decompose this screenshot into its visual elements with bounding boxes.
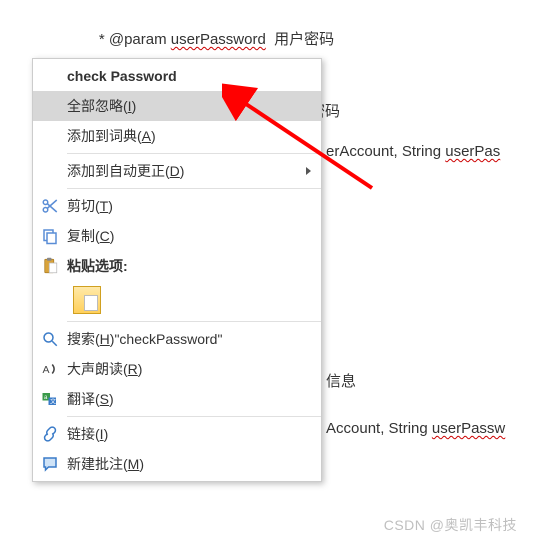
menu-add-to-dictionary[interactable]: 添加到词典(A) [33, 121, 321, 151]
suggestion-label: check Password [67, 68, 177, 84]
label-text: ) [104, 426, 109, 442]
text: userPas [445, 143, 500, 160]
menu-separator [67, 153, 321, 154]
label-text: 复制( [67, 226, 100, 246]
accel-key: H [100, 331, 110, 347]
submenu-arrow-icon [306, 167, 311, 175]
icon-placeholder [33, 121, 67, 151]
menu-search[interactable]: 搜索(H)"checkPassword" [33, 324, 321, 354]
accel-key: C [100, 228, 110, 244]
label-text: ) [138, 361, 143, 377]
watermark: CSDN @奥凯丰科技 [384, 515, 517, 535]
label-text: )"checkPassword" [110, 331, 223, 347]
scissors-icon [33, 191, 67, 221]
accel-key: R [128, 361, 138, 377]
icon-placeholder [33, 91, 67, 121]
accel-key: A [142, 128, 151, 144]
background-code-3: Account, String userPassw [326, 420, 505, 437]
comment-icon [33, 449, 67, 479]
label-text: ) [108, 198, 113, 214]
search-icon [33, 324, 67, 354]
accel-key: T [100, 198, 109, 214]
text: userPassw [432, 420, 505, 437]
sheet-icon [84, 295, 98, 311]
svg-text:A: A [43, 364, 50, 376]
text: erAccount, String [326, 143, 445, 160]
label-text: ) [139, 456, 144, 472]
label-text: 大声朗读( [67, 359, 128, 379]
menu-new-comment[interactable]: 新建批注(M) [33, 449, 321, 479]
icon-placeholder [33, 61, 67, 91]
accel-key: M [128, 456, 140, 472]
menu-cut[interactable]: 剪切(T) [33, 191, 321, 221]
paste-options-row [33, 281, 321, 319]
label-text: 搜索( [67, 329, 100, 349]
menu-add-to-autocorrect[interactable]: 添加到自动更正(D) [33, 156, 321, 186]
label-text: ) [109, 391, 114, 407]
label-text: 粘贴选项: [67, 256, 128, 276]
accel-key: D [170, 163, 180, 179]
label-text: ) [151, 128, 156, 144]
menu-separator [67, 321, 321, 322]
label-text: ) [180, 163, 185, 179]
background-code-2: 信息 [326, 370, 356, 391]
paste-keep-source-button[interactable] [73, 286, 101, 314]
background-code-1: erAccount, String userPas [326, 143, 500, 160]
accel-key: S [100, 391, 109, 407]
menu-separator [67, 416, 321, 417]
text: 信息 [326, 373, 356, 390]
label-text: 全部忽略( [67, 96, 128, 116]
text: * @param [95, 31, 171, 48]
label-text: 翻译( [67, 389, 100, 409]
label-text: 剪切( [67, 196, 100, 216]
label-text: 添加到词典( [67, 126, 142, 146]
menu-separator [67, 188, 321, 189]
menu-read-aloud[interactable]: A 大声朗读(R) [33, 354, 321, 384]
menu-copy[interactable]: 复制(C) [33, 221, 321, 251]
text: Account, String [326, 420, 432, 437]
label-text: 新建批注( [67, 454, 128, 474]
context-menu: check Password 全部忽略(I) 添加到词典(A) 添加到自动更正(… [32, 58, 322, 482]
menu-paste-options-header: 粘贴选项: [33, 251, 321, 281]
read-aloud-icon: A [33, 354, 67, 384]
label-text: 链接( [67, 424, 100, 444]
label-text: ) [110, 228, 115, 244]
clipboard-icon [33, 251, 67, 281]
copy-icon [33, 221, 67, 251]
menu-suggestion[interactable]: check Password [33, 61, 321, 91]
label-text: ) [132, 98, 137, 114]
label-text: 添加到自动更正( [67, 161, 170, 181]
text: 用户密码 [266, 31, 334, 48]
menu-translate[interactable]: a文 翻译(S) [33, 384, 321, 414]
translate-icon: a文 [33, 384, 67, 414]
param-userPassword: userPassword [171, 31, 266, 48]
link-icon [33, 419, 67, 449]
menu-link[interactable]: 链接(I) [33, 419, 321, 449]
menu-ignore-all[interactable]: 全部忽略(I) [33, 91, 321, 121]
icon-placeholder [33, 156, 67, 186]
